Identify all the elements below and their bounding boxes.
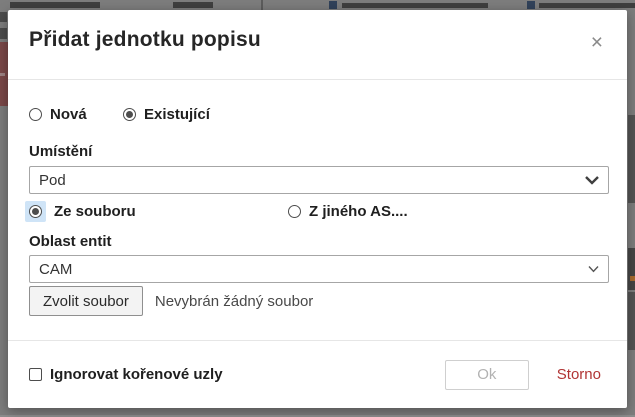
radio-label: Ze souboru bbox=[54, 203, 136, 220]
backdrop-text-fragment bbox=[0, 12, 7, 22]
radio-existujici[interactable]: Existující bbox=[123, 106, 210, 123]
footer-actions: Ok Storno bbox=[445, 360, 601, 390]
placement-select[interactable]: Pod bbox=[29, 166, 609, 194]
backdrop-icon-fragment bbox=[630, 276, 635, 281]
backdrop-panel-fragment bbox=[628, 292, 635, 350]
radio-label: Existující bbox=[144, 106, 210, 123]
ok-button[interactable]: Ok bbox=[445, 360, 529, 390]
add-description-unit-dialog: Přidat jednotku popisu × Nová Existující… bbox=[8, 10, 627, 408]
placement-select-value: Pod bbox=[39, 172, 66, 189]
dialog-footer: Ignorovat kořenové uzly Ok Storno bbox=[8, 340, 627, 408]
radio-circle-icon bbox=[29, 108, 42, 121]
radio-z-jineho-as[interactable]: Z jiného AS.... bbox=[288, 203, 408, 220]
radio-circle-icon bbox=[29, 205, 42, 218]
mode-radio-group: Nová Existující bbox=[29, 106, 609, 123]
chevron-down-icon bbox=[585, 176, 599, 185]
file-input-row: Zvolit soubor Nevybrán žádný soubor bbox=[29, 286, 609, 316]
backdrop-toolbar-fragment bbox=[539, 3, 635, 8]
entity-area-select[interactable]: CAM bbox=[29, 255, 609, 283]
radio-nova[interactable]: Nová bbox=[29, 106, 123, 123]
checkbox-label: Ignorovat kořenové uzly bbox=[50, 366, 223, 383]
choose-file-button[interactable]: Zvolit soubor bbox=[29, 286, 143, 316]
source-radio-group: Ze souboru Z jiného AS.... bbox=[29, 203, 609, 220]
cancel-button[interactable]: Storno bbox=[557, 366, 601, 383]
file-status-text: Nevybrán žádný soubor bbox=[155, 293, 313, 310]
close-icon[interactable]: × bbox=[585, 30, 609, 55]
radio-ze-souboru[interactable]: Ze souboru bbox=[29, 203, 288, 220]
dialog-body: Nová Existující Umístění Pod Ze souboru bbox=[8, 80, 627, 340]
backdrop-panel-fragment bbox=[628, 115, 635, 203]
backdrop-toolbar-fragment bbox=[342, 3, 488, 8]
backdrop-icon-fragment bbox=[527, 1, 535, 9]
backdrop-toolbar-fragment bbox=[173, 2, 213, 8]
checkbox-icon bbox=[29, 368, 42, 381]
backdrop-toolbar-fragment bbox=[10, 2, 100, 8]
backdrop-alert-fragment bbox=[0, 73, 5, 76]
checkbox-ignore-root[interactable]: Ignorovat kořenové uzly bbox=[29, 366, 223, 383]
chevron-down-icon bbox=[588, 266, 599, 273]
backdrop-divider bbox=[261, 0, 263, 10]
backdrop-icon-fragment bbox=[329, 1, 337, 9]
entity-area-label: Oblast entit bbox=[29, 233, 609, 250]
entity-area-select-value: CAM bbox=[39, 261, 72, 278]
radio-circle-icon bbox=[123, 108, 136, 121]
radio-label: Z jiného AS.... bbox=[309, 203, 408, 220]
dialog-title: Přidat jednotku popisu bbox=[29, 28, 607, 52]
radio-circle-icon bbox=[288, 205, 301, 218]
backdrop-text-fragment bbox=[0, 28, 7, 39]
placement-label: Umístění bbox=[29, 143, 609, 160]
focus-highlight bbox=[25, 201, 46, 222]
radio-label: Nová bbox=[50, 106, 87, 123]
backdrop-panel-fragment bbox=[628, 248, 635, 290]
dialog-header: Přidat jednotku popisu × bbox=[8, 10, 627, 80]
